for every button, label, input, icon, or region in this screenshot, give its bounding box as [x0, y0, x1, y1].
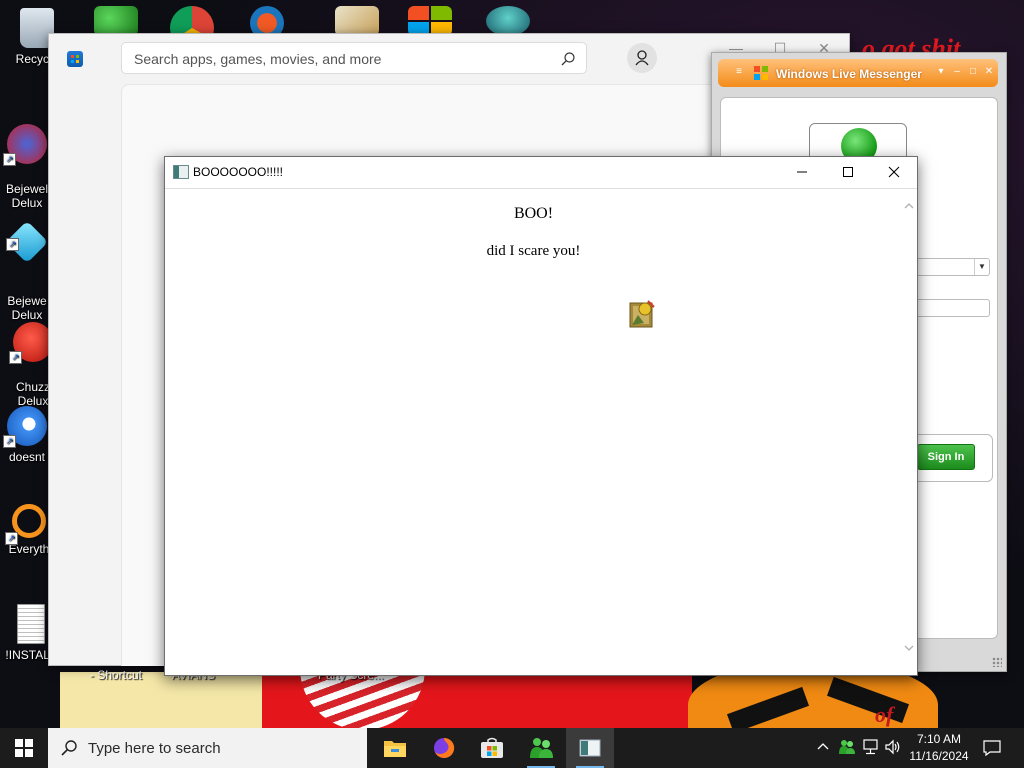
boo-titlebar[interactable]: BOOOOOOO!!!!! — [165, 157, 917, 189]
tray-volume[interactable] — [884, 738, 902, 756]
taskbar-firefox[interactable] — [420, 728, 468, 768]
messenger-tray-icon — [839, 740, 855, 754]
shortcut-arrow-icon: ↗ — [5, 532, 18, 545]
pumpkin-eye — [726, 686, 810, 728]
menu-icon[interactable]: ≡ — [734, 67, 744, 77]
password-field[interactable] — [916, 299, 990, 317]
messenger-title: Windows Live Messenger — [776, 67, 922, 81]
boo-heading: BOO! — [513, 205, 554, 222]
hta-window-icon — [579, 739, 601, 757]
wallpaper-red-text-2: of — [875, 702, 894, 727]
vertical-scrollbar[interactable] — [902, 189, 916, 673]
taskbar-hta-window[interactable] — [566, 728, 614, 768]
maximize-icon — [843, 167, 853, 177]
windows-desktop-icon[interactable] — [408, 6, 452, 36]
taskbar-search-box[interactable]: Type here to search — [48, 728, 367, 768]
shortcut-arrow-icon: ↗ — [3, 435, 16, 448]
text-document-icon — [17, 604, 45, 644]
taskbar: Type here to search 7:10 AM 11/16/2024 — [0, 728, 1024, 768]
thunderbird-icon: ↗ — [3, 406, 47, 448]
store-search-input[interactable] — [132, 50, 556, 68]
tray-network[interactable] — [862, 738, 880, 756]
system-clock[interactable]: 7:10 AM 11/16/2024 — [902, 731, 976, 765]
taskbar-windows-live-messenger[interactable] — [517, 728, 565, 768]
notification-icon — [983, 740, 1001, 757]
search-icon — [61, 740, 77, 756]
messenger-desktop-icon[interactable] — [94, 6, 138, 36]
account-select[interactable]: ▼ — [916, 258, 990, 276]
network-icon — [863, 739, 878, 755]
microsoft-store-icon — [481, 737, 503, 758]
game-desktop-icon[interactable] — [335, 6, 379, 36]
window-title: BOOOOOOO!!!!! — [193, 165, 284, 179]
boo-subtext: did I scare you! — [486, 243, 581, 259]
shortcut-arrow-icon: ↗ — [3, 153, 16, 166]
pumpkin-eye — [826, 676, 910, 724]
messenger-close-button[interactable]: ✕ — [984, 67, 994, 77]
store-search-box[interactable] — [121, 42, 587, 74]
desktop-label-shortcut: - Shortcut — [90, 668, 143, 682]
show-hidden-icons-button[interactable] — [814, 738, 832, 756]
close-icon — [888, 166, 900, 178]
taskbar-search-placeholder: Type here to search — [88, 740, 221, 757]
taskbar-file-explorer[interactable] — [371, 728, 419, 768]
scroll-up-icon[interactable] — [904, 201, 914, 211]
action-center-button[interactable] — [982, 738, 1002, 758]
minimize-button[interactable] — [779, 157, 825, 187]
messenger-minimize-button[interactable]: – — [952, 67, 962, 77]
minimize-icon — [797, 171, 807, 173]
firefox-icon — [434, 737, 455, 758]
chuzzle-icon: ↗ — [9, 322, 53, 364]
messenger-titlebar[interactable]: ≡ Windows Live Messenger ▾ – □ ✕ — [718, 59, 998, 87]
resize-grip-icon[interactable] — [992, 657, 1002, 667]
clock-time: 7:10 AM — [916, 732, 962, 746]
hta-app-icon — [173, 165, 189, 179]
windows-flag-icon — [754, 66, 768, 80]
everything-search-icon: ↗ — [5, 504, 46, 545]
speaker-icon — [885, 739, 900, 755]
broken-image-icon — [629, 300, 655, 328]
search-icon[interactable] — [560, 51, 576, 67]
microsoft-store-logo-icon — [67, 51, 83, 67]
messenger-dropdown-button[interactable]: ▾ — [936, 67, 946, 77]
windows-live-messenger-icon — [530, 738, 553, 758]
close-button[interactable] — [871, 157, 917, 187]
clock-date: 11/16/2024 — [909, 749, 969, 763]
chevron-down-icon[interactable]: ▼ — [974, 259, 989, 275]
account-button[interactable] — [627, 43, 657, 73]
chevron-up-icon — [817, 743, 829, 750]
bejeweled-2-icon: ↗ — [3, 124, 47, 166]
boo-popup-window[interactable]: BOOOOOOO!!!!! BOO! did I scare you! — [164, 156, 918, 676]
file-explorer-icon — [384, 741, 406, 757]
boo-content-area: BOO! did I scare you! — [166, 189, 901, 673]
taskbar-microsoft-store[interactable] — [468, 728, 516, 768]
shortcut-arrow-icon: ↗ — [9, 351, 22, 364]
tray-messenger[interactable] — [838, 738, 856, 756]
scroll-down-icon[interactable] — [904, 643, 914, 653]
character-desktop-icon[interactable] — [486, 6, 530, 36]
shortcut-arrow-icon: ↗ — [6, 238, 19, 251]
sign-in-button[interactable]: Sign In — [917, 444, 975, 470]
start-button[interactable] — [0, 728, 48, 768]
messenger-maximize-button[interactable]: □ — [968, 67, 978, 77]
windows-logo-icon — [15, 739, 33, 757]
user-icon — [635, 50, 649, 66]
maximize-button[interactable] — [825, 157, 871, 187]
